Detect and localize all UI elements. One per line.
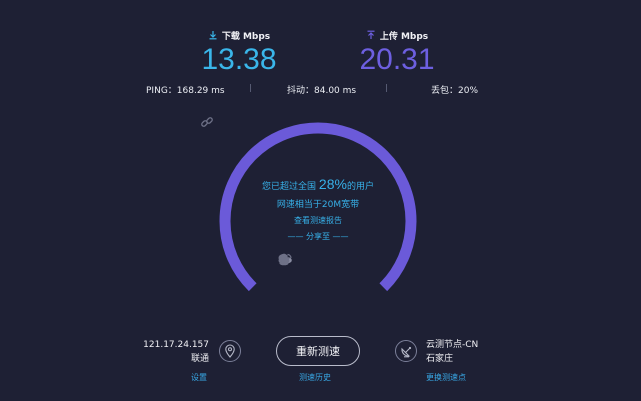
beat-prefix: 您已超过全国 — [262, 182, 317, 192]
server-info: 云测节点-CN 石家庄 — [426, 338, 516, 366]
stats-row: PING：168.29 ms 抖动：84.00 ms 丢包：20% — [0, 82, 641, 96]
upload-label: 上传 Mbps — [379, 31, 429, 42]
divider — [386, 84, 387, 92]
favorite-icon[interactable] — [278, 253, 354, 267]
weibo-icon[interactable] — [278, 253, 314, 267]
client-isp: 联通 — [190, 354, 209, 364]
upload-metric: 上传 Mbps 20.31 — [337, 28, 457, 76]
equivalent-bandwidth: 网速相当于20M宽带 — [276, 200, 360, 210]
upload-label-row: 上传 Mbps — [337, 28, 457, 42]
speedtest-window: 下载 Mbps 13.38 上传 Mbps 20.31 PING：168.29 … — [0, 0, 641, 401]
link-icon[interactable] — [200, 115, 214, 129]
beat-suffix: 的用户 — [346, 182, 374, 192]
beat-users-text: 您已超过全国 28%的用户 — [200, 176, 436, 192]
beat-percent: 28% — [318, 176, 347, 192]
qq-icon[interactable] — [279, 253, 334, 267]
jitter-stat: 抖动：84.00 ms — [287, 86, 357, 96]
divider — [250, 84, 251, 92]
download-label: 下载 Mbps — [221, 31, 271, 42]
download-metric: 下载 Mbps 13.38 — [179, 28, 299, 76]
view-report-link[interactable]: 查看测速报告 — [200, 215, 436, 226]
change-server-link[interactable]: 更换测速点 — [426, 372, 466, 383]
share-icons — [278, 253, 354, 267]
location-pin-icon — [219, 340, 241, 362]
upload-icon — [367, 30, 375, 39]
download-icon — [209, 31, 217, 40]
upload-value: 20.31 — [359, 43, 435, 76]
download-label-row: 下载 Mbps — [179, 28, 299, 42]
settings-link[interactable]: 设置 — [191, 372, 207, 383]
server-city: 石家庄 — [426, 354, 454, 364]
gauge-arc — [219, 122, 417, 292]
client-info: 121.17.24.157 联通 — [141, 338, 209, 366]
server-node: 云测节点-CN — [426, 340, 479, 350]
ping-stat: PING：168.29 ms — [146, 86, 225, 96]
retest-button[interactable]: 重新测速 — [276, 336, 360, 366]
satellite-dish-icon — [395, 340, 417, 362]
client-ip: 121.17.24.157 — [143, 340, 209, 350]
download-value: 13.38 — [201, 43, 277, 76]
loss-stat: 丢包：20% — [431, 86, 479, 96]
history-link[interactable]: 测速历史 — [299, 372, 331, 383]
share-to-label: —— 分享至 —— — [287, 232, 349, 241]
speed-gauge: 您已超过全国 28%的用户 网速相当于20M宽带 查看测速报告 —— 分享至 —… — [200, 115, 436, 305]
